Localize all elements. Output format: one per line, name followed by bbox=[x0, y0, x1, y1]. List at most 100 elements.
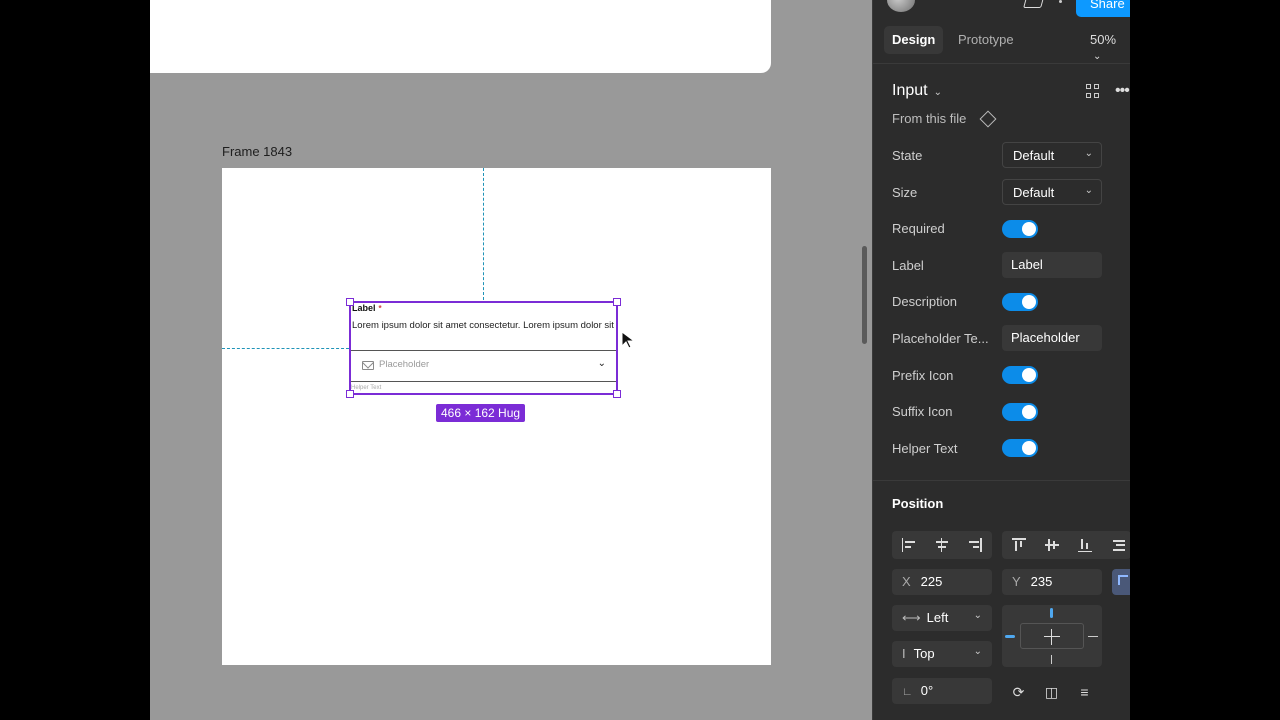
horizontal-align-group bbox=[892, 531, 992, 559]
x-key: X bbox=[902, 574, 911, 589]
share-button[interactable]: Share bbox=[1076, 0, 1130, 17]
letterbox-right bbox=[1130, 0, 1280, 720]
required-label: Required bbox=[892, 221, 945, 236]
helper-text-toggle[interactable] bbox=[1002, 439, 1038, 457]
horizontal-constraint-icon: ⟷ bbox=[902, 610, 921, 625]
constraint-left-active[interactable] bbox=[1005, 635, 1015, 638]
resize-handle-bottom-left[interactable] bbox=[346, 390, 354, 398]
suffix-icon-toggle[interactable] bbox=[1002, 403, 1038, 421]
chevron-down-icon: ⌄ bbox=[973, 610, 982, 621]
chevron-down-icon: ⌄ bbox=[1084, 148, 1093, 159]
y-value: 235 bbox=[1030, 574, 1053, 589]
resize-handle-top-right[interactable] bbox=[613, 298, 621, 306]
flip-vertical-icon: ≡ bbox=[1080, 684, 1089, 700]
zoom-dropdown[interactable]: 50% ⌄ bbox=[1090, 32, 1130, 62]
h-constraint-value: Left bbox=[926, 610, 949, 625]
align-right-button[interactable] bbox=[958, 531, 991, 559]
y-key: Y bbox=[1012, 574, 1021, 589]
required-toggle[interactable] bbox=[1002, 220, 1038, 238]
zoom-value: 50% bbox=[1090, 32, 1117, 47]
label-prop-label: Label bbox=[892, 258, 924, 273]
chevron-down-icon: ⌄ bbox=[933, 87, 942, 98]
horizontal-constraint-dropdown[interactable]: ⟷ Left ⌄ bbox=[892, 605, 992, 631]
tab-design[interactable]: Design bbox=[884, 26, 944, 54]
x-position-field[interactable]: X 225 bbox=[892, 569, 992, 595]
helper-text-label: Helper Text bbox=[892, 441, 958, 456]
description-toggle[interactable] bbox=[1002, 293, 1038, 311]
chevron-down-icon: ⌄ bbox=[973, 646, 982, 657]
from-file-text: From this file bbox=[892, 111, 967, 126]
present-icon[interactable] bbox=[1023, 0, 1045, 8]
constraint-bottom[interactable] bbox=[1051, 655, 1052, 664]
divider bbox=[873, 480, 1130, 481]
avatar[interactable] bbox=[887, 0, 915, 12]
align-middle-icon bbox=[1044, 538, 1059, 552]
rotate-icon: ⟳ bbox=[1012, 683, 1025, 700]
component-placeholder: Placeholder bbox=[379, 359, 430, 370]
divider bbox=[873, 63, 1130, 64]
component-description: Lorem ipsum dolor sit amet consectetur. … bbox=[352, 320, 614, 331]
position-section-title: Position bbox=[892, 496, 944, 511]
canvas-scrollbar[interactable] bbox=[862, 246, 867, 344]
resize-handle-top-left[interactable] bbox=[346, 298, 354, 306]
suffix-icon-label: Suffix Icon bbox=[892, 404, 953, 419]
distribute-icon bbox=[1111, 538, 1125, 552]
chevron-down-icon: ⌄ bbox=[1084, 185, 1093, 196]
y-position-field[interactable]: Y 235 bbox=[1002, 569, 1102, 595]
placeholder-text-label: Placeholder Te... bbox=[892, 331, 989, 346]
rotation-field[interactable]: ∟ 0° bbox=[892, 678, 992, 704]
design-canvas[interactable]: Frame 1843 Label * Lorem ipsum dolor sit … bbox=[150, 0, 872, 720]
prefix-icon-toggle[interactable] bbox=[1002, 366, 1038, 384]
description-label: Description bbox=[892, 294, 958, 309]
vertical-constraint-dropdown[interactable]: I Top ⌄ bbox=[892, 641, 992, 667]
mail-icon bbox=[362, 361, 374, 370]
frame-title[interactable]: Frame 1843 bbox=[222, 144, 292, 159]
align-center-icon bbox=[935, 538, 949, 552]
align-vertical-center-button[interactable] bbox=[1035, 531, 1068, 559]
component-input-field: Placeholder ⌄ bbox=[351, 350, 616, 382]
align-horizontal-center-button[interactable] bbox=[925, 531, 958, 559]
rotate-90-button[interactable]: ⟳ bbox=[1002, 678, 1035, 706]
instance-grid-icon[interactable] bbox=[1086, 84, 1100, 98]
v-constraint-value: Top bbox=[913, 646, 935, 661]
label-input[interactable]: Label bbox=[1002, 252, 1102, 278]
flip-horizontal-button[interactable]: ◫ bbox=[1035, 678, 1068, 706]
size-badge: 466 × 162 Hug bbox=[436, 404, 526, 422]
mouse-cursor-icon bbox=[621, 331, 636, 349]
align-bottom-button[interactable] bbox=[1068, 531, 1101, 559]
top-frame[interactable] bbox=[150, 0, 771, 73]
align-left-button[interactable] bbox=[892, 531, 925, 559]
component-label-text: Label bbox=[352, 303, 376, 313]
component-label: Label * bbox=[352, 303, 382, 313]
align-top-button[interactable] bbox=[1002, 531, 1035, 559]
component-diamond-icon[interactable] bbox=[979, 110, 997, 128]
component-name-dropdown[interactable]: Input ⌄ bbox=[892, 82, 942, 100]
distribute-button[interactable] bbox=[1101, 531, 1130, 559]
x-value: 225 bbox=[920, 574, 943, 589]
present-dropdown-icon[interactable] bbox=[1059, 0, 1062, 3]
plus-icon bbox=[1044, 636, 1060, 637]
placeholder-input[interactable]: Placeholder bbox=[1002, 325, 1102, 351]
flip-vertical-button[interactable]: ≡ bbox=[1068, 678, 1101, 706]
constraint-right[interactable] bbox=[1088, 636, 1098, 637]
state-label: State bbox=[892, 148, 923, 163]
clip-content-button[interactable] bbox=[1112, 569, 1130, 595]
prefix-icon-label: Prefix Icon bbox=[892, 368, 954, 383]
figma-window: Frame 1843 Label * Lorem ipsum dolor sit … bbox=[0, 0, 1280, 720]
size-dropdown[interactable]: Default ⌄ bbox=[1002, 179, 1102, 205]
selected-input-component[interactable]: Label * Lorem ipsum dolor sit amet consec… bbox=[346, 298, 621, 398]
align-bottom-icon bbox=[1077, 538, 1092, 552]
rotation-value: 0° bbox=[920, 683, 934, 698]
plus-icon bbox=[1051, 629, 1052, 645]
constraint-widget[interactable] bbox=[1002, 605, 1102, 667]
spacing-guide-horizontal bbox=[222, 348, 349, 349]
state-value: Default bbox=[1013, 148, 1055, 163]
angle-icon: ∟ bbox=[902, 686, 913, 698]
resize-handle-bottom-right[interactable] bbox=[613, 390, 621, 398]
state-dropdown[interactable]: Default ⌄ bbox=[1002, 142, 1102, 168]
more-options-icon[interactable]: ••• bbox=[1115, 82, 1130, 100]
chevron-down-icon: ⌄ bbox=[1093, 51, 1102, 62]
constraint-top-active[interactable] bbox=[1050, 608, 1053, 618]
tab-prototype[interactable]: Prototype bbox=[950, 26, 1022, 54]
required-mark: * bbox=[378, 304, 382, 313]
